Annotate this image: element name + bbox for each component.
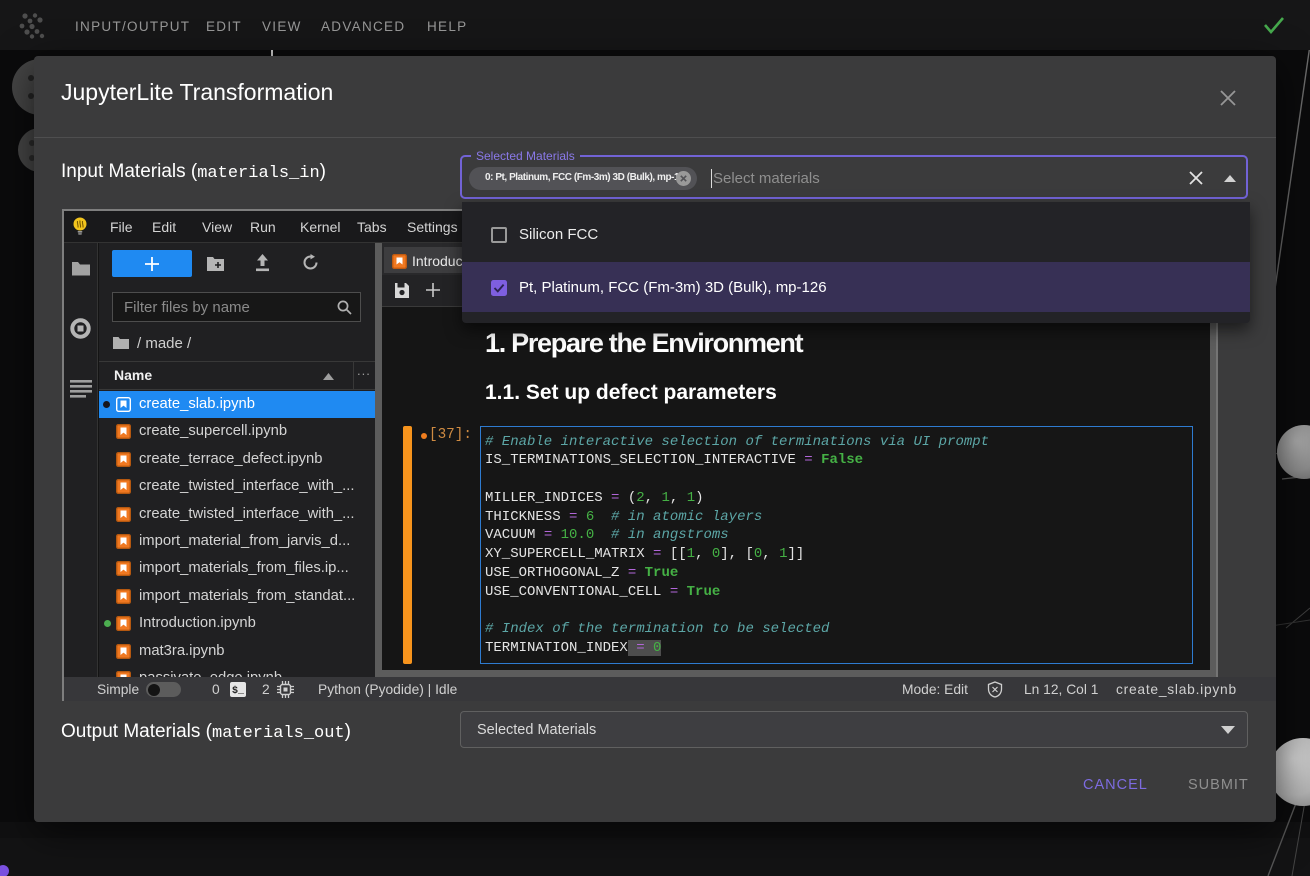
svg-text:$_: $_ bbox=[232, 685, 245, 697]
